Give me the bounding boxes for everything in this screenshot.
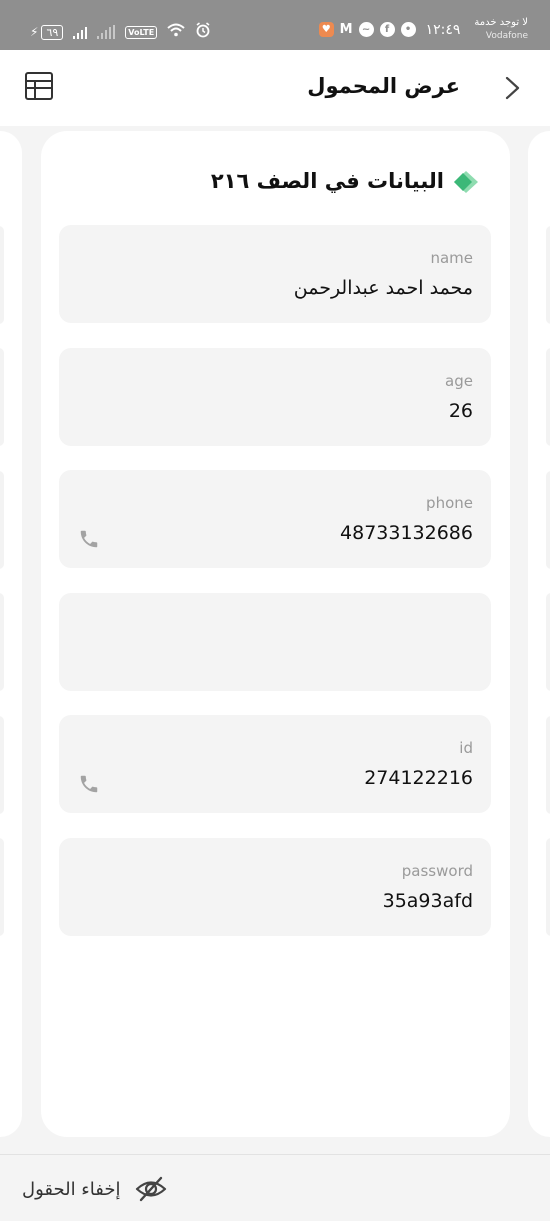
- carrier-name: Vodafone: [485, 31, 528, 41]
- battery-level: ٦٩: [41, 24, 64, 40]
- hide-fields-button[interactable]: إخفاء الحقول: [22, 1171, 167, 1207]
- volte-badge: VoLTE: [125, 25, 158, 39]
- field-value: 274122216: [364, 767, 473, 789]
- card-title: البيانات في الصف ٢١٦: [210, 169, 444, 193]
- diamond-logo-icon: [454, 171, 478, 193]
- field-value: 48733132686: [340, 522, 473, 544]
- field-phone[interactable]: phone 48733132686: [59, 470, 491, 568]
- status-left: ⚡ ٦٩ VoLTE: [30, 22, 211, 42]
- charging-icon: ⚡: [30, 25, 39, 39]
- hide-fields-label: إخفاء الحقول: [22, 1178, 121, 1200]
- field-value: 35a93afd: [382, 890, 473, 912]
- signal-icon: [73, 25, 88, 39]
- field-age[interactable]: age 26: [59, 348, 491, 446]
- chevron-right-icon[interactable]: [502, 76, 524, 100]
- field-value: محمد احمد عبدالرحمن: [293, 277, 473, 299]
- status-bar: ⚡ ٦٩ VoLTE ♥ M ~ f • ١٢:٤٩ لا توجد خدمة …: [0, 0, 550, 50]
- bottom-bar: إخفاء الحقول: [0, 1154, 550, 1221]
- page-title: عرض المحمول: [307, 74, 460, 98]
- next-record-card[interactable]: [528, 131, 550, 1137]
- field-password[interactable]: password 35a93afd: [59, 838, 491, 936]
- status-right: ♥ M ~ f • ١٢:٤٩ لا توجد خدمة Vodafone: [318, 16, 528, 43]
- field-value: 26: [448, 400, 473, 422]
- service-status: لا توجد خدمة: [474, 17, 528, 28]
- field-label: id: [459, 739, 473, 757]
- alarm-icon: [195, 22, 211, 42]
- carrier-info: لا توجد خدمة Vodafone: [474, 16, 528, 43]
- field-label: name: [430, 249, 473, 267]
- field-label: age: [445, 372, 473, 390]
- field-label: password: [401, 862, 473, 880]
- clock: ١٢:٤٩: [425, 21, 461, 38]
- battery-indicator: ⚡ ٦٩: [30, 24, 64, 40]
- field-label: phone: [426, 494, 473, 512]
- app-notification-icon: ♥: [318, 22, 334, 37]
- messenger-icon: ~: [358, 22, 374, 37]
- wifi-icon: [167, 23, 185, 41]
- app-header: عرض المحمول: [0, 50, 550, 126]
- phone-icon[interactable]: [78, 528, 100, 550]
- field-id[interactable]: id 274122216: [59, 715, 491, 813]
- record-card: البيانات في الصف ٢١٦ name محمد احمد عبدا…: [41, 131, 510, 1137]
- eye-off-icon: [135, 1176, 166, 1202]
- field-name[interactable]: name محمد احمد عبدالرحمن: [59, 225, 491, 323]
- signal-icon-secondary: [97, 25, 116, 39]
- field-empty[interactable]: [59, 593, 491, 691]
- facebook-icon: f: [379, 22, 395, 37]
- phone-icon[interactable]: [78, 773, 100, 795]
- gmail-icon: M: [339, 22, 353, 37]
- table-icon[interactable]: [25, 72, 53, 100]
- chat-icon: •: [400, 22, 416, 37]
- previous-record-card[interactable]: [0, 131, 22, 1137]
- notification-icons: ♥ M ~ f •: [318, 22, 416, 37]
